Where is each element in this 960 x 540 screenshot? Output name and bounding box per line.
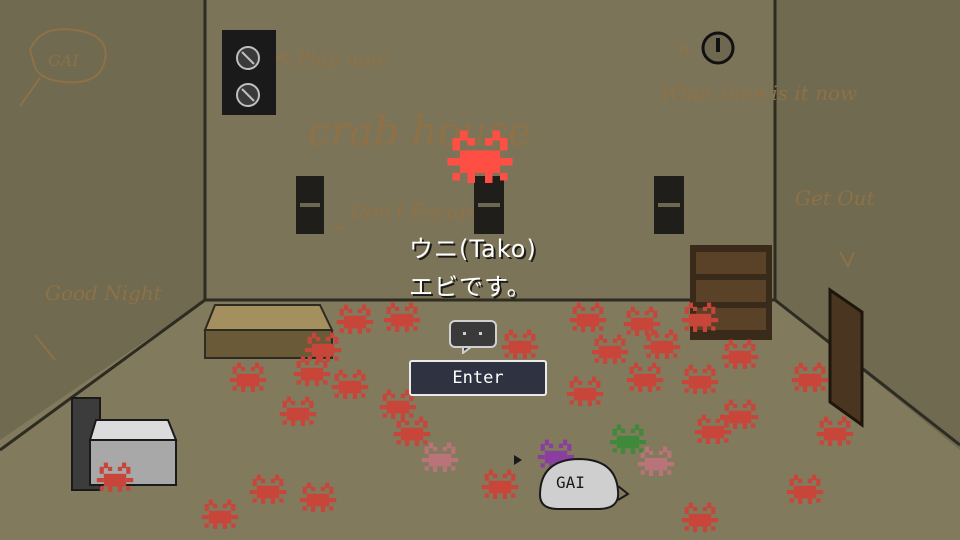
gai-blob-label: GAI xyxy=(556,473,585,492)
room-scene: GAI Play now crab house Don't Escape Wha… xyxy=(0,0,960,540)
door xyxy=(828,287,864,428)
speaker-icon xyxy=(222,30,276,115)
enter-button[interactable]: Enter xyxy=(409,360,547,396)
graffiti-good-night: Good Night xyxy=(45,281,163,305)
graffiti-what-time: What time is it now xyxy=(660,81,857,105)
graffiti-get-out: Get Out xyxy=(795,186,875,210)
dialog-line-2: エビです。 xyxy=(409,273,532,301)
game-screen: GAI Play now crab house Don't Escape Wha… xyxy=(0,0,960,540)
graffiti-dont-escape: Don't Escape xyxy=(349,199,483,223)
power-icon[interactable] xyxy=(700,30,736,66)
dialog-line-1: ウニ(Tako) xyxy=(409,235,537,263)
graffiti-play-now: Play now xyxy=(295,47,387,71)
speech-bubble-icon xyxy=(449,320,497,354)
graffiti-gai-bubble: GAI xyxy=(48,51,79,70)
